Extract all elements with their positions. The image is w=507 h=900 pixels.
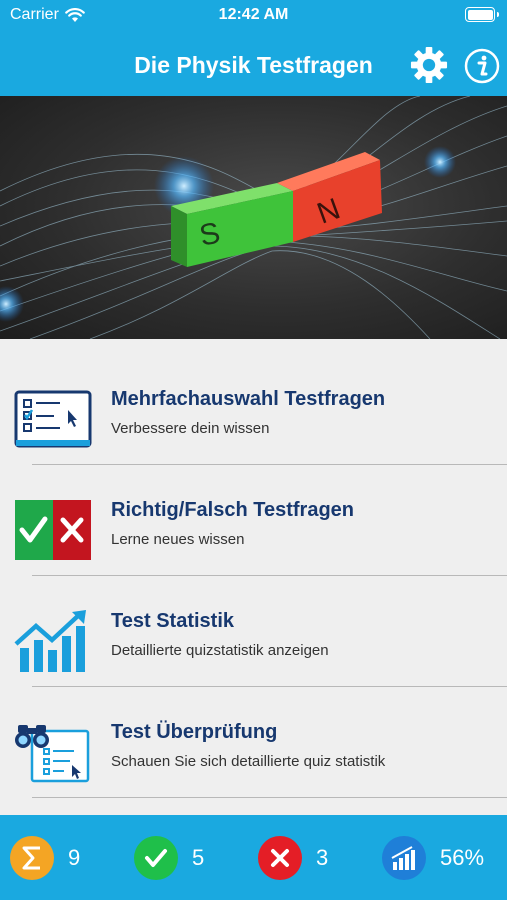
review-binoculars-icon [15,725,90,783]
navigation-bar: Die Physik Testfragen [0,32,507,96]
menu-item-title: Richtig/Falsch Testfragen [111,499,355,521]
menu-item-review[interactable]: Test Überprüfung Schauen Sie sich detail… [0,687,507,798]
checkmark-icon [134,836,178,880]
sigma-icon [10,836,54,880]
stat-percent: 56% [382,836,484,880]
menu-item-multiple-choice[interactable]: Mehrfachauswahl Testfragen Verbessere de… [0,354,507,465]
status-bar: Carrier 12:42 AM [0,0,507,32]
main-menu: Mehrfachauswahl Testfragen Verbessere de… [0,339,507,815]
menu-item-statistics[interactable]: Test Statistik Detaillierte quizstatisti… [0,576,507,687]
stat-total-value: 9 [68,845,81,870]
status-time: 12:42 AM [218,6,289,23]
magnet-illustration: S N [0,96,507,339]
divider [32,797,507,798]
stat-total: 9 [10,836,80,880]
menu-item-title: Test Statistik [111,610,234,632]
battery-icon [465,7,499,22]
stats-bar: 9 5 3 56% [0,815,507,900]
multiple-choice-icon [14,390,92,448]
stat-correct: 5 [134,836,204,880]
statistics-chart-icon [14,610,86,672]
menu-item-subtitle: Verbessere dein wissen [111,420,270,437]
hero-image: S N [0,96,507,339]
menu-item-subtitle: Lerne neues wissen [111,531,245,548]
menu-item-title: Mehrfachauswahl Testfragen [111,388,386,410]
menu-item-subtitle: Schauen Sie sich detaillierte quiz stati… [111,753,386,770]
menu-item-true-false[interactable]: Richtig/Falsch Testfragen Lerne neues wi… [0,465,507,576]
stat-wrong-value: 3 [316,845,329,870]
bar-chart-icon [382,836,426,880]
info-icon[interactable] [464,48,500,84]
stat-wrong: 3 [258,836,328,880]
gear-icon[interactable] [410,46,448,84]
stat-correct-value: 5 [192,845,205,870]
true-false-icon [15,500,91,560]
menu-item-subtitle: Detaillierte quizstatistik anzeigen [111,642,329,659]
menu-item-title: Test Überprüfung [111,721,278,743]
cross-icon [258,836,302,880]
stat-percent-value: 56% [440,845,485,870]
